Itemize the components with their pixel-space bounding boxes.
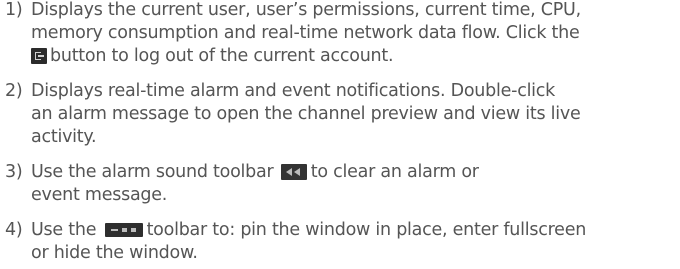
instruction-list: 1) Displays the current user, user’s per… <box>0 0 675 265</box>
item-line: Displays the current user, user’s permis… <box>31 0 581 20</box>
item-line: or hide the window. <box>31 243 198 263</box>
logout-icon <box>31 48 47 64</box>
item-text: Use the <box>31 220 97 240</box>
item-line: memory consumption and real-time network… <box>31 23 580 43</box>
item-text: Use the alarm sound toolbar <box>31 162 274 182</box>
item-number: 1) <box>5 0 23 20</box>
window-toolbar-icon <box>104 223 143 237</box>
item-number: 2) <box>5 81 23 101</box>
alarm-sound-toolbar-icon <box>280 164 307 180</box>
item-line: activity. <box>31 127 97 147</box>
list-item-1: 1) Displays the current user, user’s per… <box>5 0 675 68</box>
item-line: Use the alarm sound toolbar to clear an … <box>31 161 675 184</box>
item-number: 4) <box>5 220 23 240</box>
item-text: toolbar to: pin the window in place, ent… <box>146 220 587 240</box>
item-line: event message. <box>31 185 168 205</box>
list-item-4: 4) Use the toolbar to: pin the window in… <box>5 219 675 265</box>
item-line: Displays real-time alarm and event notif… <box>31 81 556 101</box>
item-text: button to log out of the current account… <box>50 46 394 66</box>
list-item-2: 2) Displays real-time alarm and event no… <box>5 80 675 149</box>
item-line: button to log out of the current account… <box>31 45 675 68</box>
item-text: to clear an alarm or <box>310 162 479 182</box>
item-line: Use the toolbar to: pin the window in pl… <box>31 219 675 242</box>
item-line: an alarm message to open the channel pre… <box>31 104 581 124</box>
item-number: 3) <box>5 162 23 182</box>
list-item-3: 3) Use the alarm sound toolbar to clear … <box>5 161 675 207</box>
